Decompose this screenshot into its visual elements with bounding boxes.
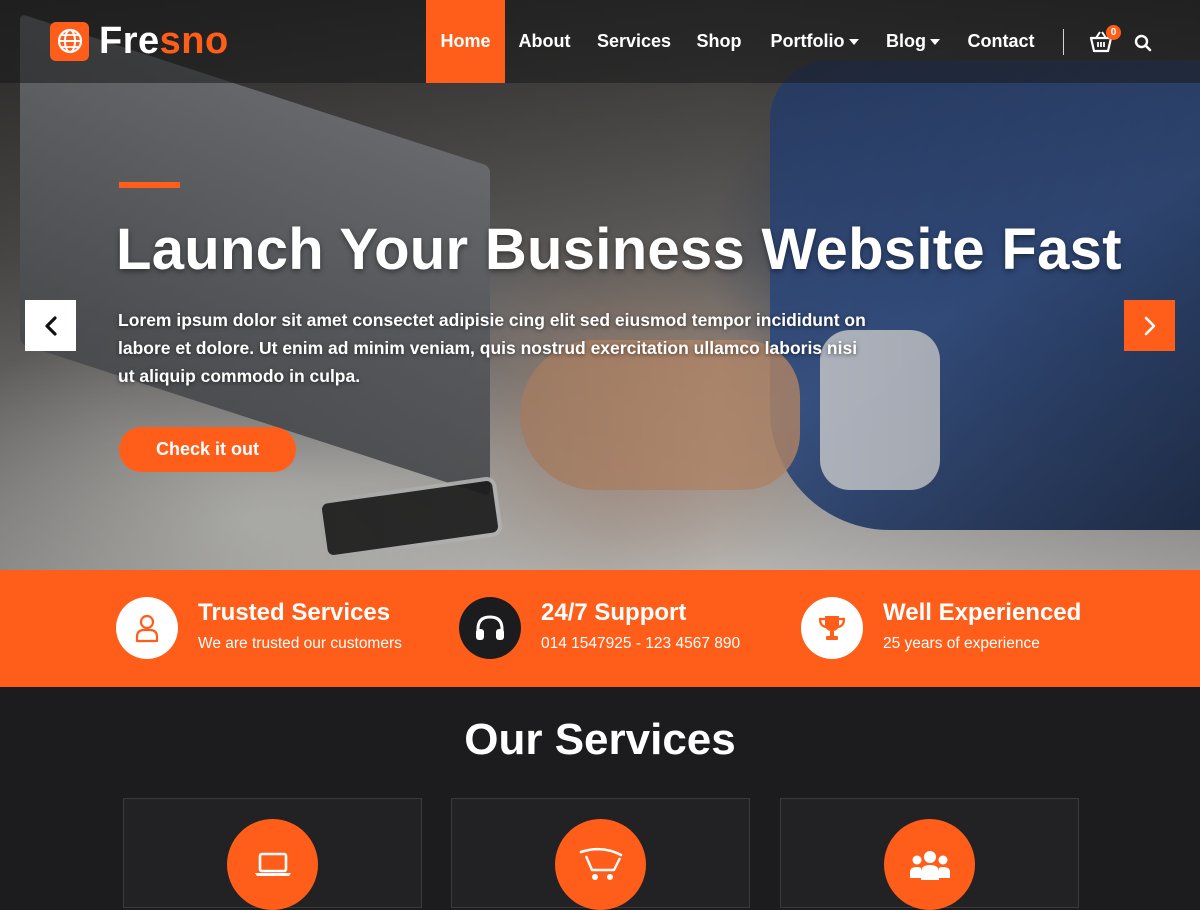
- site-header: Fresno Home About Services Shop Portfoli…: [0, 0, 1200, 83]
- globe-icon: [50, 21, 89, 61]
- feature-title: 24/7 Support: [541, 599, 687, 626]
- users-icon: [884, 819, 975, 910]
- service-card[interactable]: [451, 798, 750, 910]
- nav-item-label: Home: [440, 31, 491, 51]
- laptop-icon: [227, 819, 318, 910]
- service-card[interactable]: [123, 798, 422, 910]
- cart-count-badge: 0: [1106, 25, 1121, 40]
- nav-item-shop[interactable]: Shop: [688, 0, 750, 83]
- nav-item-label: Shop: [696, 31, 742, 51]
- slider-prev-button[interactable]: [25, 300, 76, 351]
- nav-item-label: Contact: [967, 31, 1035, 51]
- feature-subtitle: 014 1547925 - 123 4567 890: [541, 635, 741, 652]
- feature-title: Well Experienced: [883, 599, 1082, 626]
- services-section: Our Services: [0, 687, 1200, 910]
- nav-item-blog[interactable]: Blog: [880, 0, 946, 83]
- shopping-cart-icon: [555, 819, 646, 910]
- caret-down-icon: [930, 38, 940, 45]
- nav-item-services[interactable]: Services: [589, 0, 679, 83]
- trophy-icon: [801, 597, 863, 659]
- caret-down-icon: [848, 38, 859, 45]
- check-it-out-button[interactable]: Check it out: [119, 427, 296, 472]
- brand-name: Fresno: [99, 20, 229, 62]
- features-bar: Trusted Services We are trusted our cust…: [0, 570, 1200, 687]
- feature-support: 24/7 Support 014 1547925 - 123 4567 890: [459, 597, 779, 659]
- feature-title: Trusted Services: [198, 599, 391, 626]
- hero-accent-line: [119, 182, 180, 188]
- hero-title: Launch Your Business Website Fast: [116, 217, 1122, 282]
- nav-item-label: Portfolio: [770, 31, 845, 51]
- services-heading: Our Services: [464, 715, 736, 764]
- nav-item-home[interactable]: Home: [426, 0, 505, 83]
- brand-name-part1: Fre: [99, 20, 160, 62]
- slider-next-button[interactable]: [1124, 300, 1175, 351]
- feature-subtitle: 25 years of experience: [883, 635, 1040, 652]
- nav-item-label: About: [518, 31, 571, 51]
- chevron-left-icon: [44, 315, 57, 336]
- service-card[interactable]: [780, 798, 1079, 910]
- site-logo[interactable]: Fresno: [50, 20, 229, 62]
- brand-name-part2: sno: [159, 20, 229, 62]
- user-icon: [116, 597, 178, 659]
- headphones-icon: [459, 597, 521, 659]
- hero-description: Lorem ipsum dolor sit amet consectet adi…: [118, 310, 866, 386]
- nav-item-about[interactable]: About: [505, 0, 584, 83]
- nav-divider: [1063, 29, 1064, 55]
- feature-experience: Well Experienced 25 years of experience: [801, 597, 1121, 659]
- feature-subtitle: We are trusted our customers: [198, 635, 402, 652]
- chevron-right-icon: [1144, 316, 1155, 335]
- nav-item-contact[interactable]: Contact: [960, 0, 1042, 83]
- feature-trusted-services: Trusted Services We are trusted our cust…: [116, 597, 436, 659]
- nav-item-portfolio[interactable]: Portfolio: [762, 0, 867, 83]
- search-icon[interactable]: [1134, 34, 1152, 52]
- nav-item-label: Services: [596, 31, 672, 51]
- nav-item-label: Blog: [886, 31, 926, 51]
